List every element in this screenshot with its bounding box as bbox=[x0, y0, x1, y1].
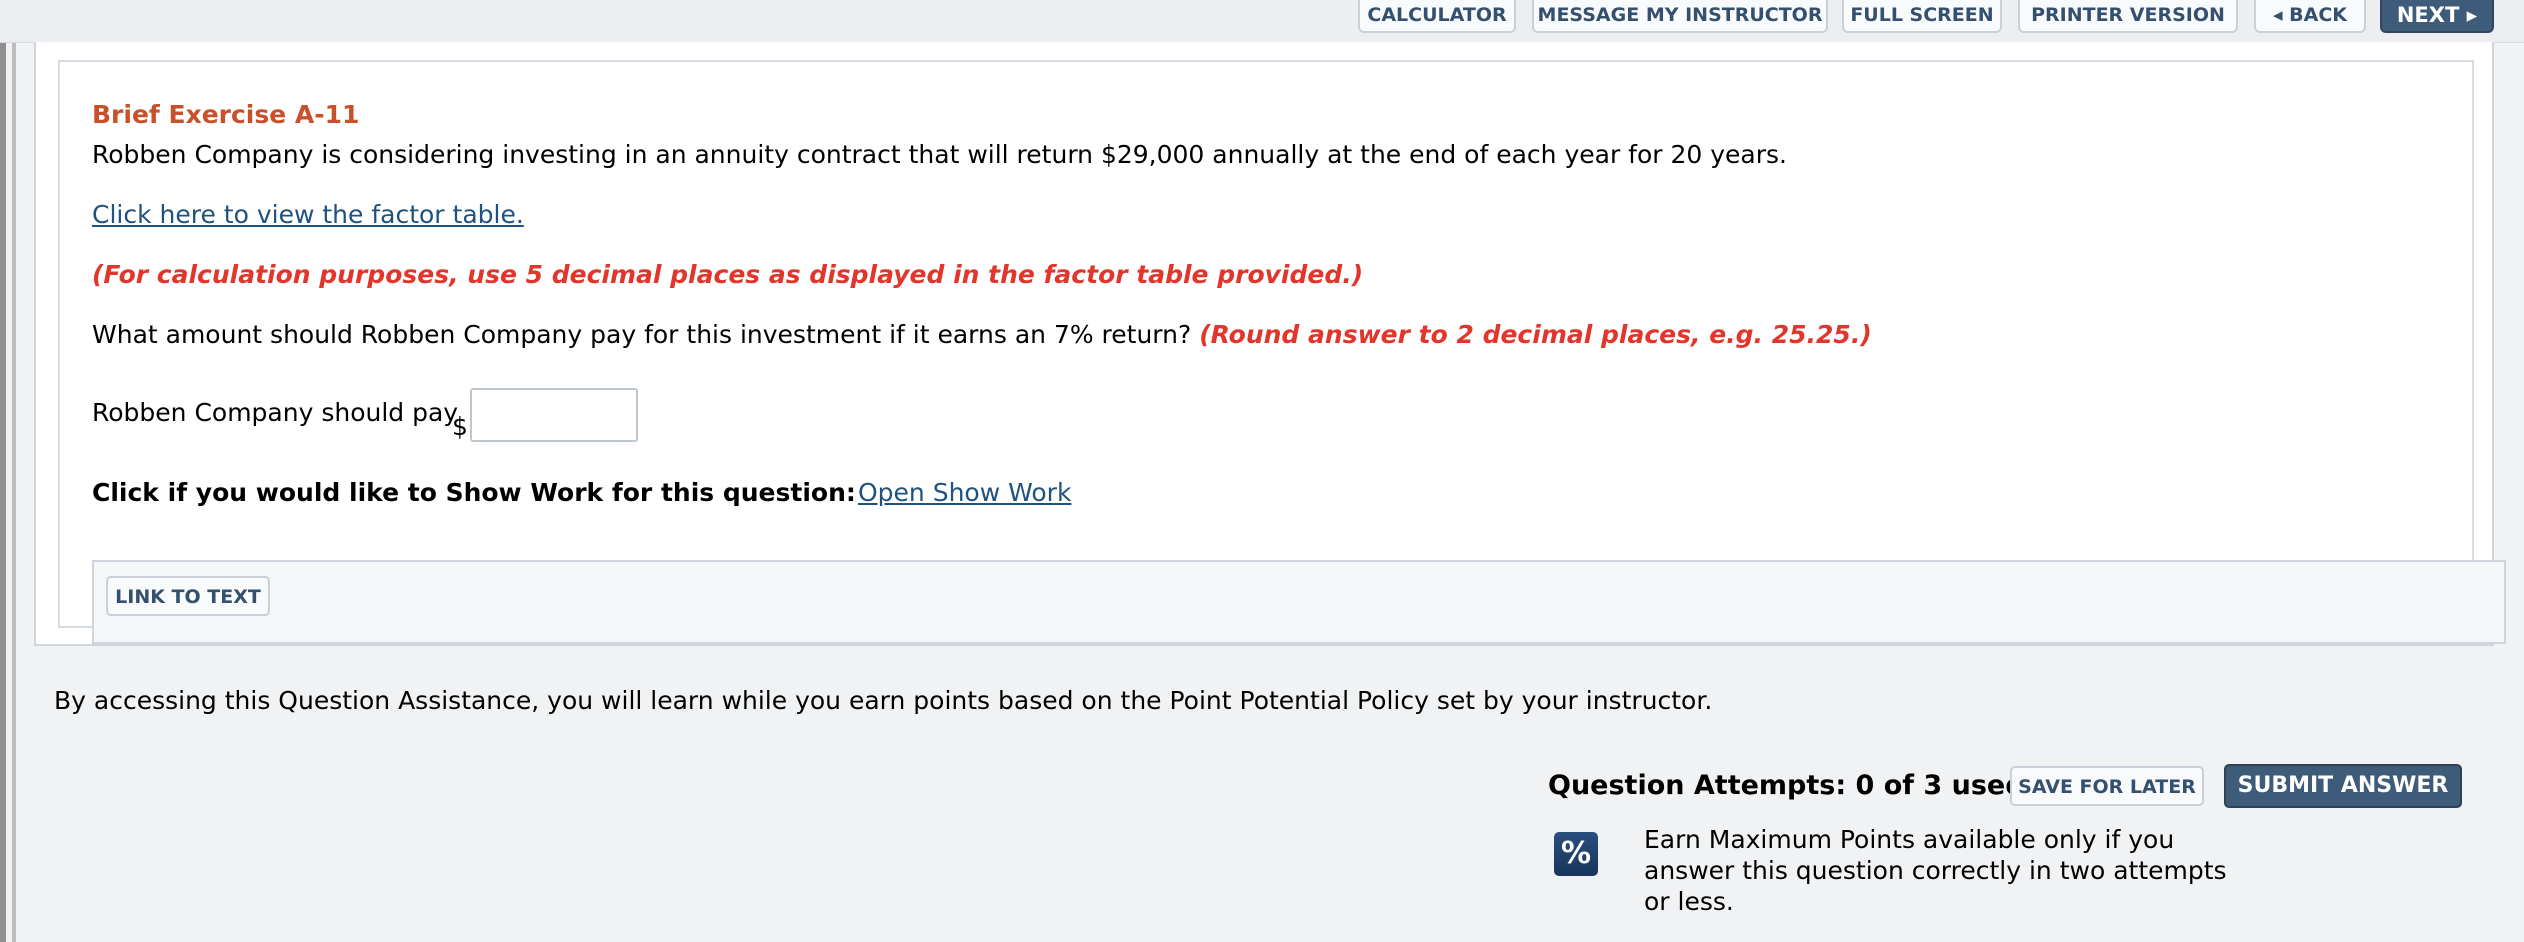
full-screen-button[interactable]: FULL SCREEN bbox=[1842, 0, 2002, 33]
answer-input[interactable] bbox=[470, 388, 638, 442]
chevron-right-icon: ▸ bbox=[2466, 3, 2478, 27]
rounding-hint: (Round answer to 2 decimal places, e.g. … bbox=[1199, 320, 1872, 349]
submit-answer-button[interactable]: SUBMIT ANSWER bbox=[2224, 764, 2462, 808]
answer-label: Robben Company should pay bbox=[92, 398, 459, 427]
currency-symbol: $ bbox=[452, 412, 468, 441]
link-to-text-button[interactable]: LINK TO TEXT bbox=[106, 576, 270, 616]
question-ask-text: What amount should Robben Company pay fo… bbox=[92, 320, 1192, 349]
message-instructor-button[interactable]: MESSAGE MY INSTRUCTOR bbox=[1532, 0, 1828, 33]
save-for-later-button[interactable]: SAVE FOR LATER bbox=[2010, 766, 2204, 806]
assistance-note: By accessing this Question Assistance, y… bbox=[54, 686, 1713, 715]
calculation-note: (For calculation purposes, use 5 decimal… bbox=[92, 260, 1364, 289]
earn-maximum-note: Earn Maximum Points available only if yo… bbox=[1644, 825, 2227, 916]
next-button[interactable]: NEXT ▸ bbox=[2380, 0, 2494, 33]
left-border bbox=[0, 0, 6, 942]
question-prompt: Robben Company is considering investing … bbox=[92, 140, 1787, 169]
printer-version-button[interactable]: PRINTER VERSION bbox=[2018, 0, 2238, 33]
left-border-inner bbox=[12, 0, 16, 942]
percent-icon: % bbox=[1554, 832, 1598, 876]
open-show-work-link[interactable]: Open Show Work bbox=[858, 478, 1071, 507]
factor-table-link[interactable]: Click here to view the factor table. bbox=[92, 200, 524, 229]
back-label: BACK bbox=[2289, 4, 2348, 26]
top-toolbar: CALCULATOR MESSAGE MY INSTRUCTOR FULL SC… bbox=[0, 0, 2524, 43]
next-label: NEXT bbox=[2396, 3, 2460, 27]
calculator-button[interactable]: CALCULATOR bbox=[1358, 0, 1516, 33]
question-ask: What amount should Robben Company pay fo… bbox=[92, 320, 1872, 349]
show-work-label: Click if you would like to Show Work for… bbox=[92, 478, 856, 507]
question-panel: Brief Exercise A-11 Robben Company is co… bbox=[34, 42, 2506, 646]
question-attempts: Question Attempts: 0 of 3 used bbox=[1548, 770, 2025, 801]
question-content: Brief Exercise A-11 Robben Company is co… bbox=[58, 60, 2506, 644]
link-to-text-box: LINK TO TEXT bbox=[92, 560, 2506, 644]
chevron-left-icon: ◂ bbox=[2272, 4, 2283, 26]
question-title: Brief Exercise A-11 bbox=[92, 100, 360, 129]
back-button[interactable]: ◂ BACK bbox=[2254, 0, 2366, 33]
